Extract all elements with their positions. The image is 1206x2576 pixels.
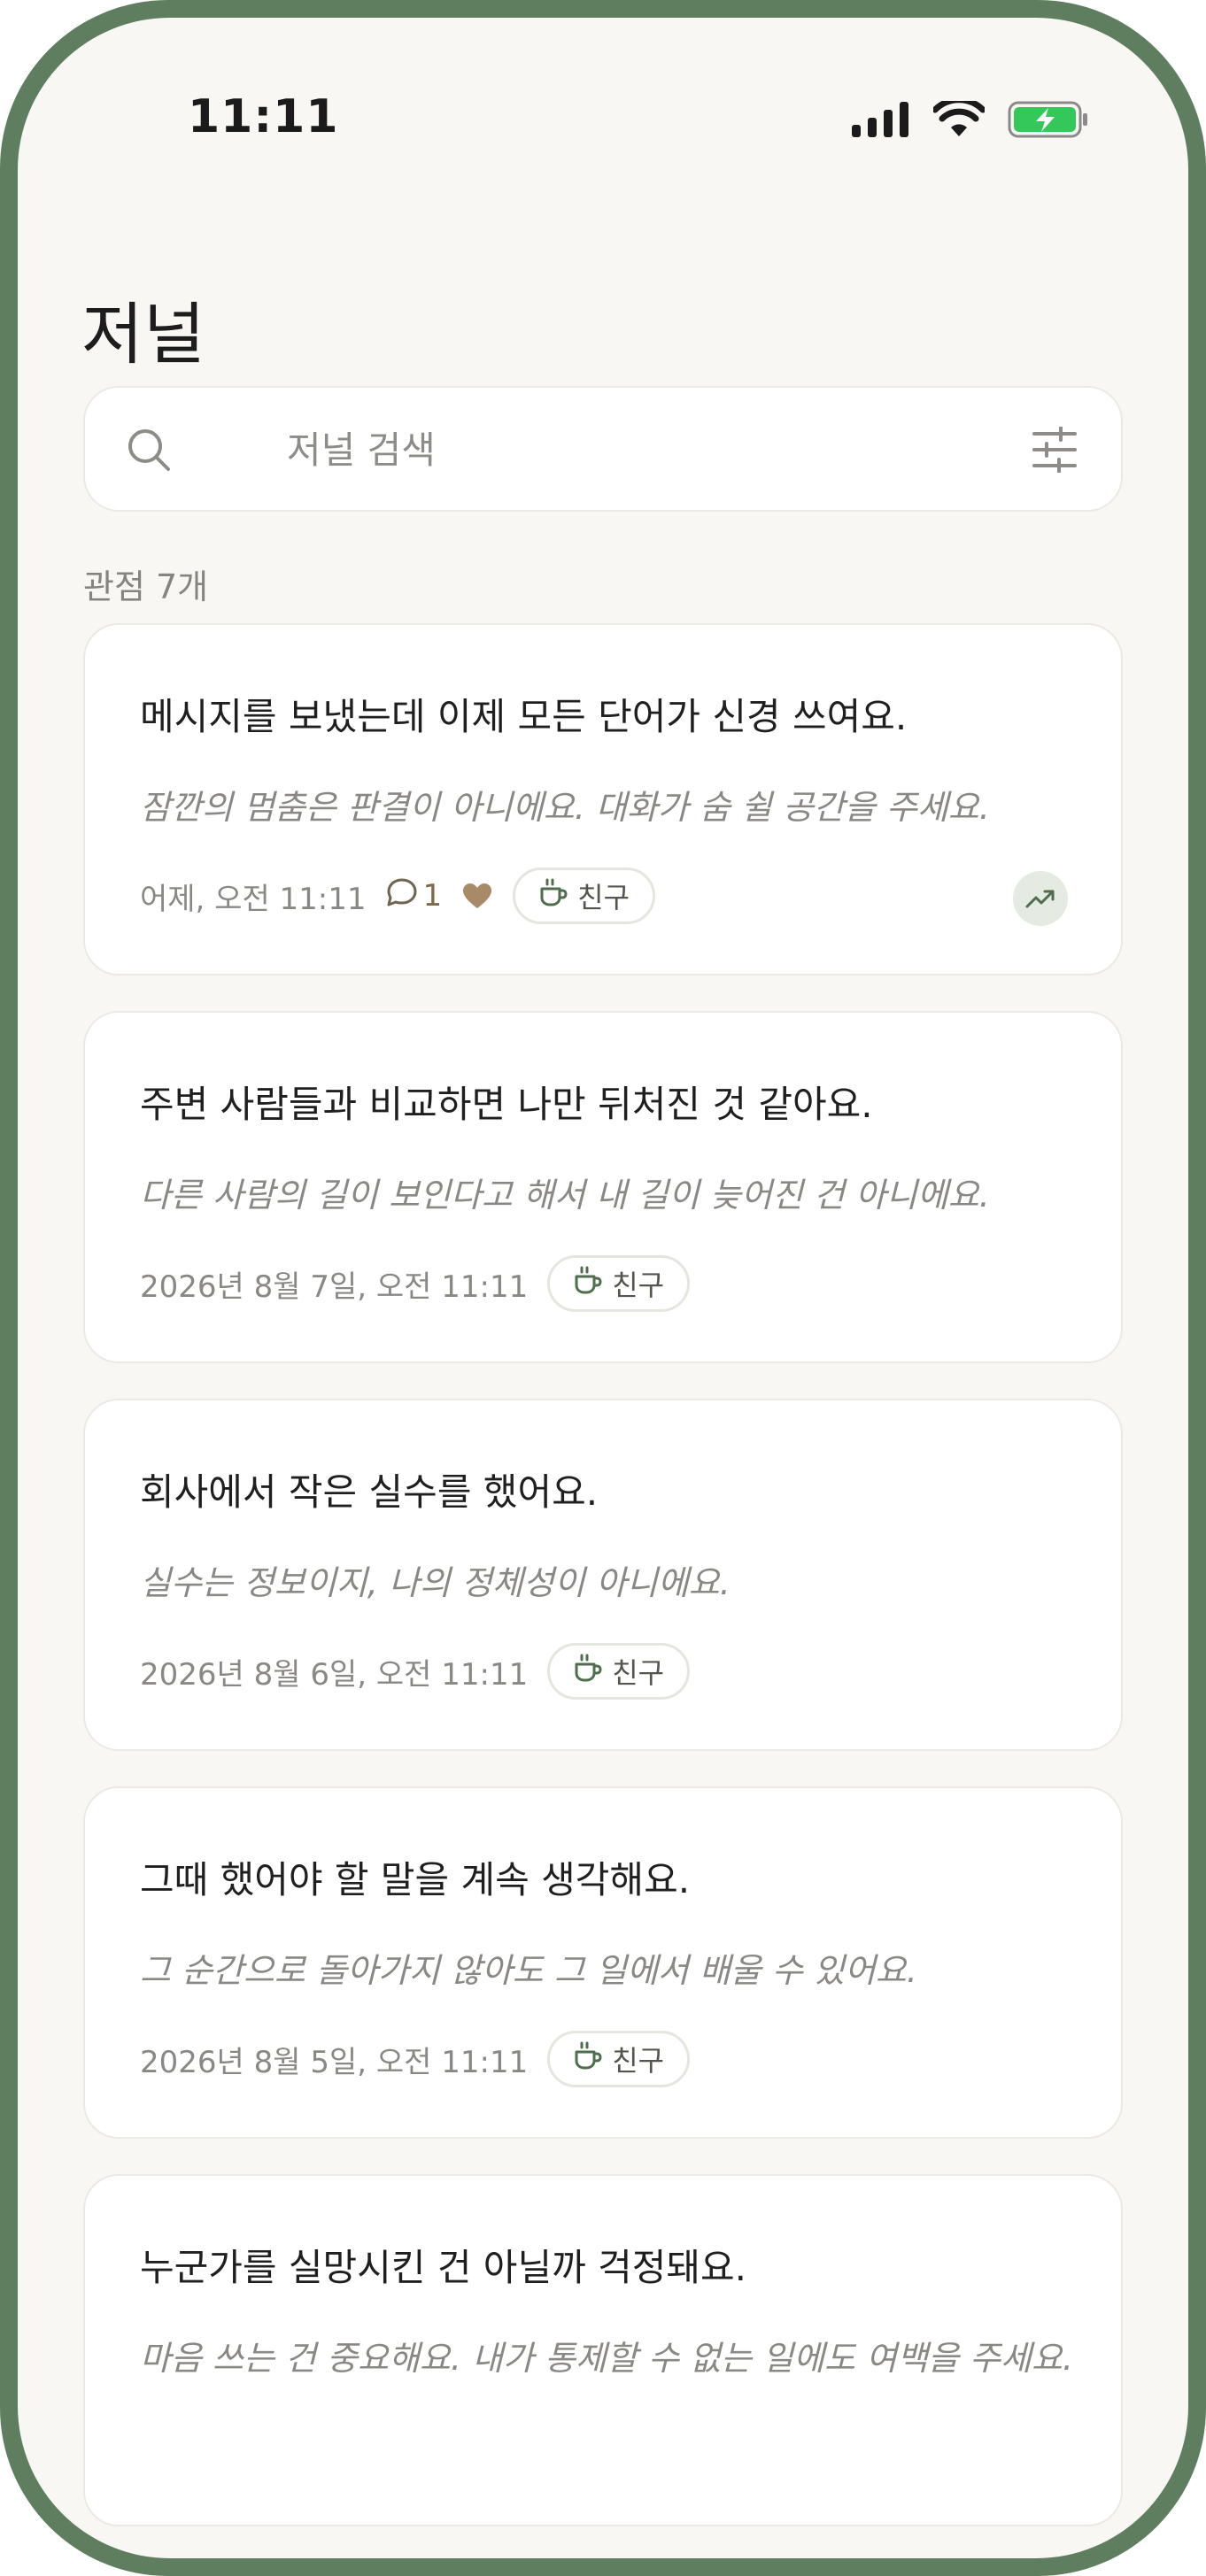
journal-entry-card[interactable]: 누군가를 실망시킨 건 아닐까 걱정돼요. 마음 쓰는 건 중요해요. 내가 통… — [83, 2174, 1123, 2526]
entry-text: 누군가를 실망시킨 건 아닐까 걱정돼요. — [140, 2246, 746, 2289]
entry-reframe: 그 순간으로 돌아가지 않아도 그 일에서 배울 수 있어요. — [140, 1951, 917, 1990]
status-icons — [852, 96, 1089, 142]
entry-text: 그때 했어야 할 말을 계속 생각해요. — [140, 1858, 691, 1901]
coffee-icon — [538, 878, 568, 914]
journal-entry-card[interactable]: 메시지를 보냈는데 이제 모든 단어가 신경 쓰여요. 잠깐의 멈춤은 판결이 … — [83, 623, 1123, 976]
entry-meta: 2026년 8월 5일, 오전 11:11 친구 — [140, 2031, 1068, 2087]
coffee-icon — [573, 1654, 603, 1689]
tag-chip[interactable]: 친구 — [547, 1255, 691, 1312]
comment-icon — [386, 877, 418, 915]
page-title: 저널 — [81, 295, 205, 374]
signal-icon — [852, 102, 910, 141]
entry-date: 2026년 8월 5일, 오전 11:11 — [140, 2044, 529, 2080]
journal-entry-card[interactable]: 그때 했어야 할 말을 계속 생각해요. 그 순간으로 돌아가지 않아도 그 일… — [83, 1786, 1123, 2139]
entry-reframe: 실수는 정보이지, 나의 정체성이 아니에요. — [140, 1563, 731, 1602]
coffee-icon — [573, 1266, 603, 1301]
tag-chip[interactable]: 친구 — [547, 2031, 691, 2087]
journal-entry-card[interactable]: 주변 사람들과 비교하면 나만 뒤처진 것 같아요. 다른 사람의 길이 보인다… — [83, 1011, 1123, 1363]
tag-chip[interactable]: 친구 — [547, 1643, 691, 1700]
entry-date: 어제, 오전 11:11 — [140, 881, 367, 917]
entry-reframe: 다른 사람의 길이 보인다고 해서 내 길이 늦어진 건 아니에요. — [140, 1176, 990, 1215]
wifi-icon — [932, 96, 986, 142]
entry-meta: 어제, 오전 11:11 1 친구 — [140, 868, 1068, 924]
entry-text: 회사에서 작은 실수를 했어요. — [140, 1470, 599, 1514]
perspective-count: 관점 7개 — [83, 567, 209, 606]
status-time: 11:11 — [188, 90, 339, 143]
tag-chip[interactable]: 친구 — [513, 868, 656, 924]
filter-icon[interactable] — [1032, 426, 1077, 476]
entry-reframe: 잠깐의 멈춤은 판결이 아니에요. 대화가 숨 쉴 공간을 주세요. — [140, 788, 990, 827]
screen: 11:11 저널 저널 검색 관점 7개 메시지를 보냈는데 이제 모든 단어가… — [18, 18, 1188, 2558]
journal-entry-card[interactable]: 회사에서 작은 실수를 했어요. 실수는 정보이지, 나의 정체성이 아니에요.… — [83, 1399, 1123, 1751]
entry-date: 2026년 8월 7일, 오전 11:11 — [140, 1269, 529, 1305]
entry-text: 메시지를 보냈는데 이제 모든 단어가 신경 쓰여요. — [140, 695, 908, 738]
device-frame: 11:11 저널 저널 검색 관점 7개 메시지를 보냈는데 이제 모든 단어가… — [0, 0, 1206, 2576]
entry-reframe: 마음 쓰는 건 중요해요. 내가 통제할 수 없는 일에도 여백을 주세요. — [140, 2339, 1073, 2378]
entry-meta: 2026년 8월 7일, 오전 11:11 친구 — [140, 1255, 1068, 1312]
trending-up-icon[interactable] — [1013, 871, 1068, 926]
entry-meta: 2026년 8월 6일, 오전 11:11 친구 — [140, 1643, 1068, 1700]
comment-count-value: 1 — [422, 878, 443, 914]
journal-list: 메시지를 보냈는데 이제 모든 단어가 신경 쓰여요. 잠깐의 멈춤은 판결이 … — [83, 623, 1123, 2558]
search-bar[interactable] — [83, 386, 1123, 512]
tag-label: 친구 — [612, 1656, 665, 1690]
comment-count: 1 — [386, 877, 443, 915]
search-input[interactable] — [287, 414, 995, 485]
tag-label: 친구 — [612, 1269, 665, 1302]
tag-label: 친구 — [612, 2044, 665, 2078]
tag-label: 친구 — [577, 881, 630, 914]
search-icon — [126, 427, 172, 476]
battery-icon — [1008, 101, 1089, 142]
entry-text: 주변 사람들과 비교하면 나만 뒤처진 것 같아요. — [140, 1083, 873, 1126]
heart-icon[interactable] — [461, 882, 493, 910]
coffee-icon — [573, 2041, 603, 2077]
entry-date: 2026년 8월 6일, 오전 11:11 — [140, 1656, 529, 1693]
